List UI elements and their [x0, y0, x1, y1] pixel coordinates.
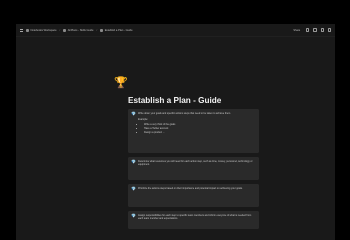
- clock-icon[interactable]: [313, 28, 317, 32]
- gem-icon: 💎: [131, 159, 136, 164]
- callout-block[interactable]: 💎 Determine what resources you will need…: [128, 157, 259, 180]
- page-content: 🏆 Establish a Plan - Guide 💎 Write down …: [114, 78, 259, 233]
- app-window: Notebooks Workspace / AI/Plans - Skills …: [16, 24, 335, 240]
- list-item: Design a product ...: [144, 131, 231, 135]
- callout-body: Write down your goals and specific actio…: [138, 112, 231, 150]
- callout-block[interactable]: 💎 Prioritize the actions steps based on …: [128, 184, 259, 207]
- page-actions: Share: [291, 28, 331, 33]
- callout-body: Assign responsibilities for each step to…: [138, 214, 255, 226]
- breadcrumb-separator: /: [59, 28, 61, 32]
- share-button[interactable]: Share: [291, 28, 302, 33]
- trophy-icon[interactable]: 🏆: [114, 78, 259, 89]
- breadcrumb-item-current[interactable]: Establish a Plan - Guide: [100, 28, 133, 32]
- breadcrumb-item-workspace[interactable]: Notebooks Workspace: [26, 28, 57, 32]
- callout-text: Write down your goals and specific actio…: [138, 112, 231, 115]
- page-title[interactable]: Establish a Plan - Guide: [128, 96, 259, 105]
- callout-body: Prioritize the actions steps based on th…: [138, 187, 243, 204]
- breadcrumb-item-plans[interactable]: AI/Plans - Skills Guide: [63, 28, 93, 32]
- gem-icon: 💎: [131, 186, 136, 191]
- comment-icon[interactable]: [306, 28, 310, 32]
- top-bar: Notebooks Workspace / AI/Plans - Skills …: [16, 24, 335, 37]
- page-icon: [63, 28, 67, 32]
- breadcrumb: Notebooks Workspace / AI/Plans - Skills …: [20, 28, 133, 32]
- page-icon: [26, 28, 29, 32]
- breadcrumb-separator: /: [96, 28, 98, 32]
- star-icon[interactable]: [320, 28, 324, 32]
- callout-block[interactable]: 💎 Assign responsibilities for each step …: [128, 211, 259, 229]
- callout-text: Determine what resources you will need f…: [138, 160, 253, 167]
- sidebar-toggle-icon[interactable]: [20, 28, 23, 32]
- gem-icon: 💎: [131, 213, 136, 218]
- page-icon: [100, 28, 104, 32]
- bullet-list: Write a very thick of the goals Have a T…: [138, 123, 231, 134]
- example-label: Example:: [138, 117, 148, 121]
- callout-text: Prioritize the actions steps based on th…: [138, 187, 243, 190]
- callout-block[interactable]: 💎 Write down your goals and specific act…: [128, 109, 259, 153]
- callout-text: Assign responsibilities for each step to…: [138, 214, 252, 221]
- more-icon[interactable]: [327, 28, 331, 32]
- callout-body: Determine what resources you will need f…: [138, 160, 255, 177]
